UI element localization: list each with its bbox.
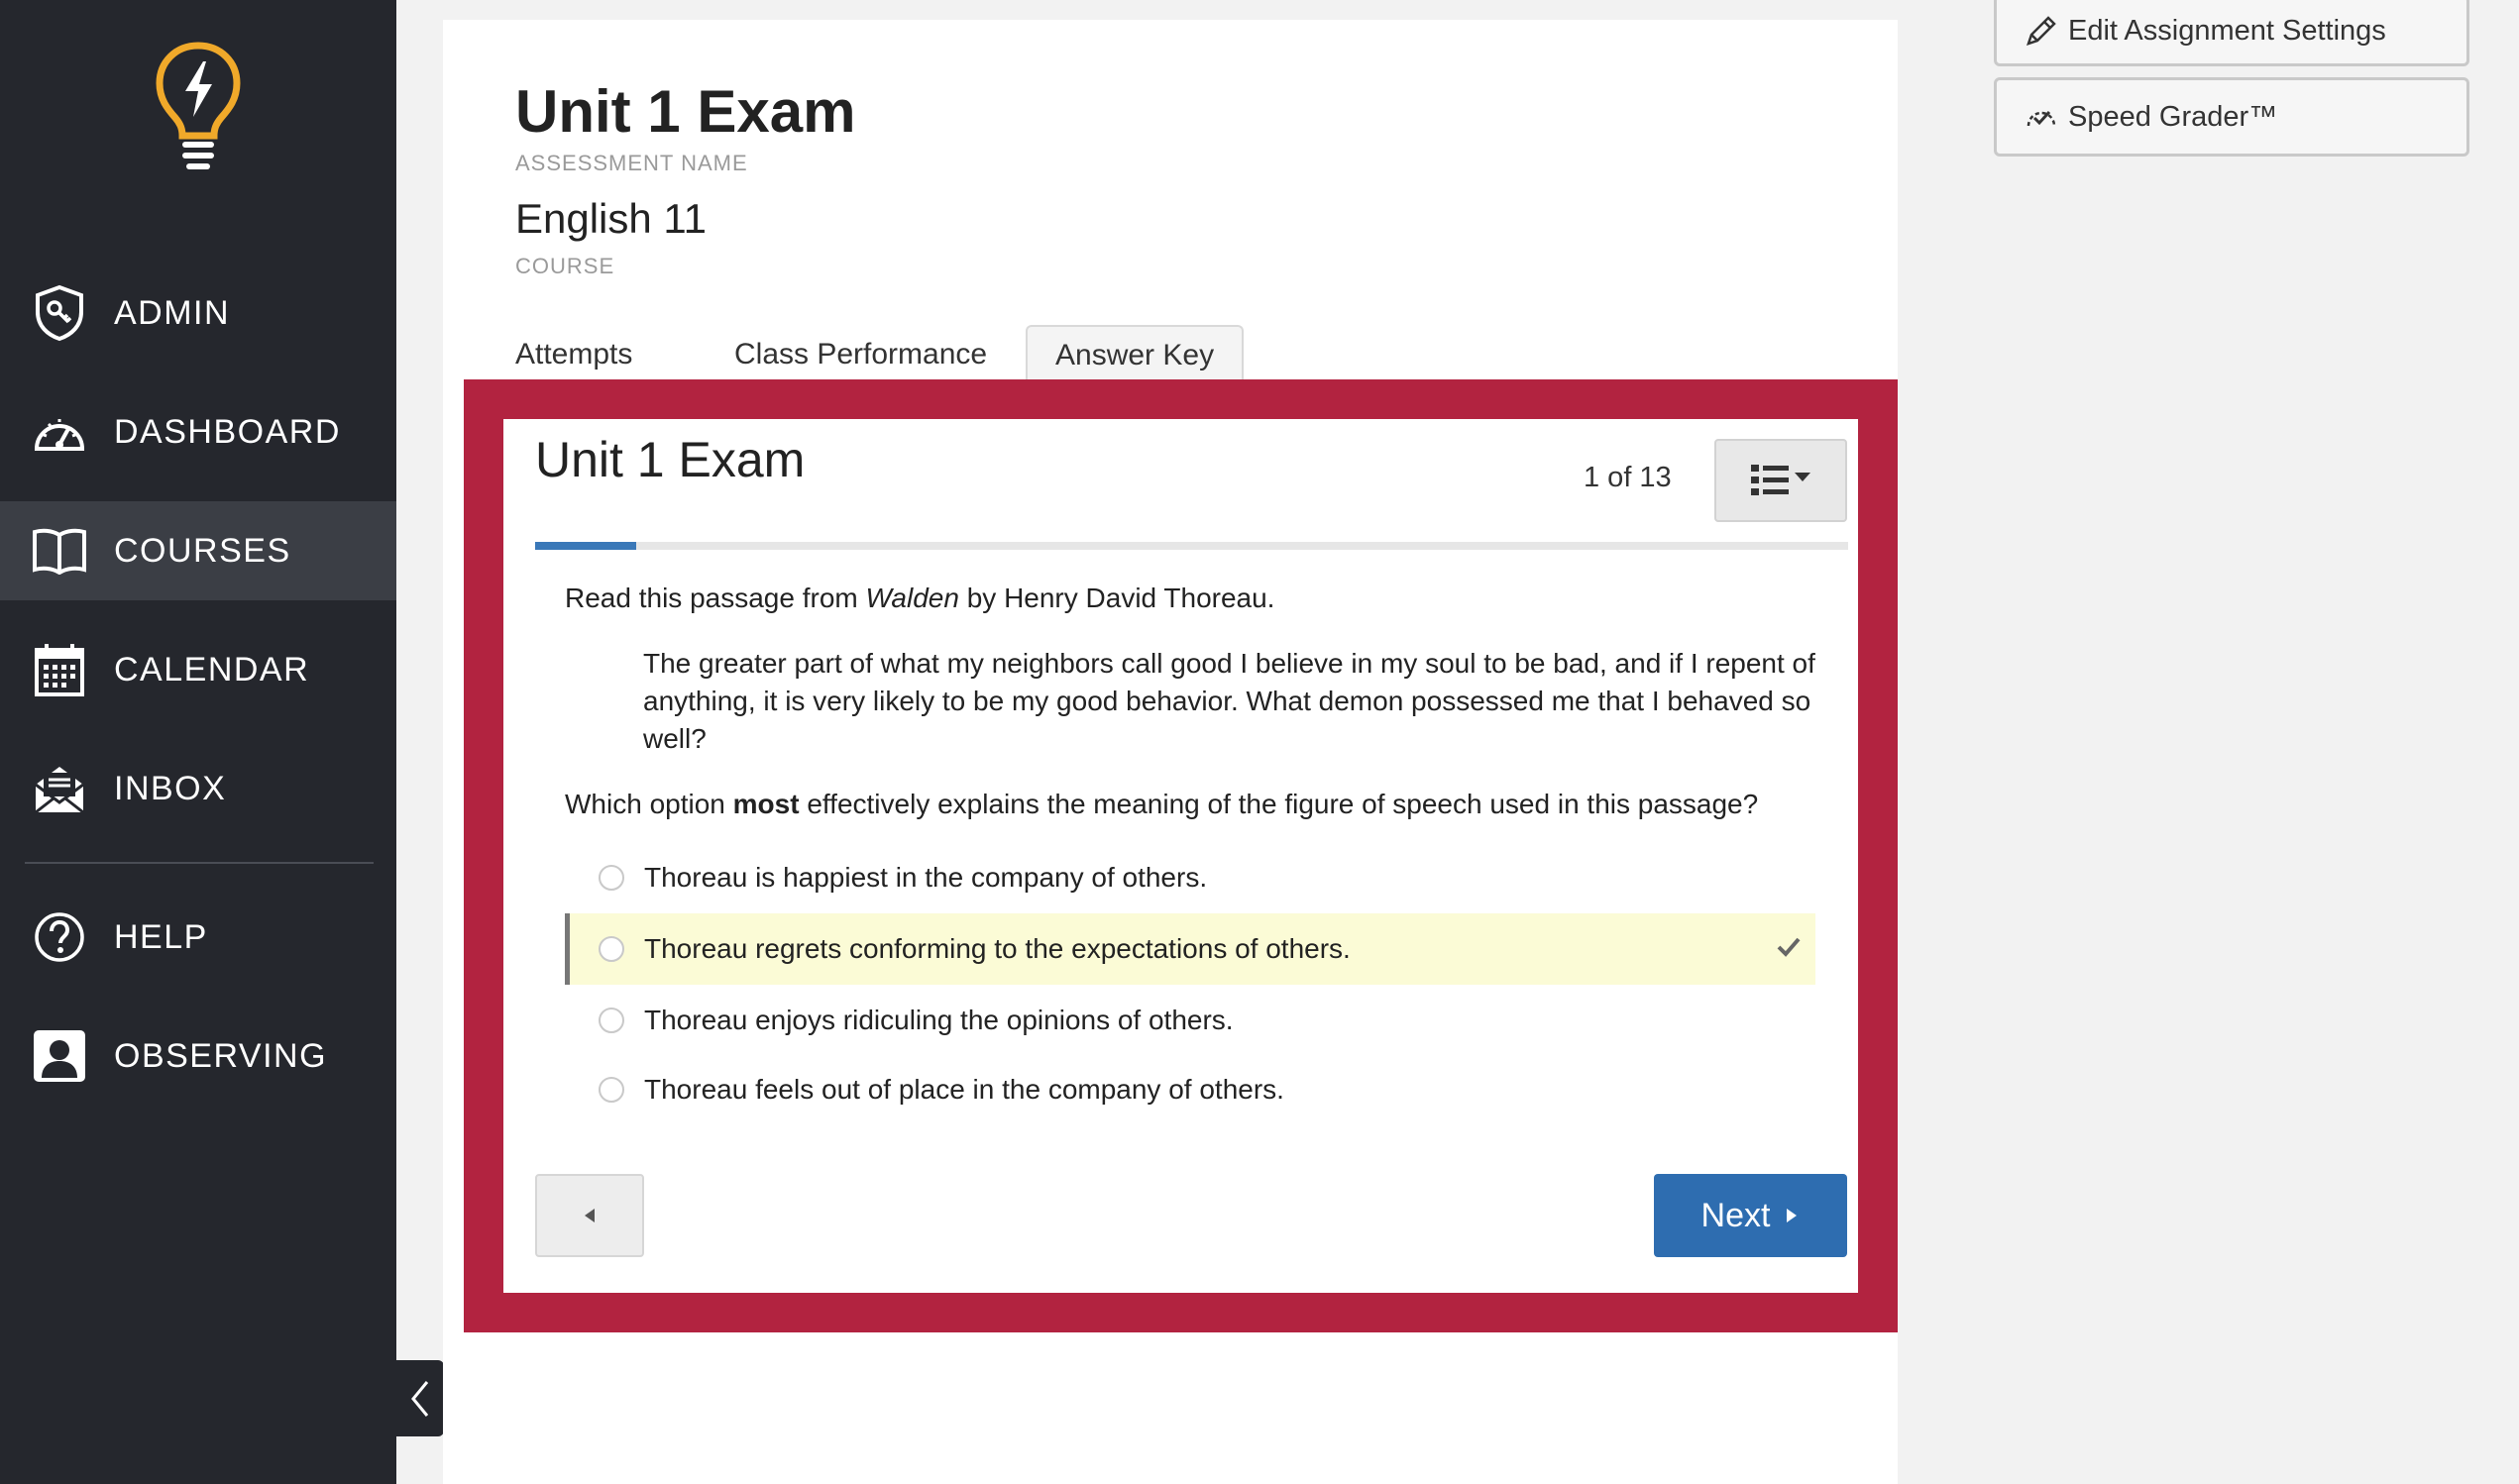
chevron-left-icon xyxy=(411,1380,429,1417)
quiz-title: Unit 1 Exam xyxy=(535,432,806,487)
radio-button[interactable] xyxy=(599,1007,624,1033)
caret-left-icon xyxy=(585,1209,595,1222)
sidebar-item-label: ADMIN xyxy=(114,293,231,332)
question-icon xyxy=(30,907,89,967)
question-counter: 1 of 13 xyxy=(1584,462,1672,493)
tab-attempts[interactable]: Attempts xyxy=(488,325,660,384)
speed-grader-icon xyxy=(2025,102,2058,132)
sidebar-item-label: INBOX xyxy=(114,769,227,807)
option-text: Thoreau regrets conforming to the expect… xyxy=(644,933,1351,964)
caret-right-icon xyxy=(1787,1209,1798,1222)
quiz-panel: Unit 1 Exam 1 of 13 Read this passage fr… xyxy=(503,419,1858,1293)
speed-grader-button[interactable]: Speed Grader™ xyxy=(1994,77,2469,157)
pencil-icon xyxy=(2025,14,2058,48)
envelope-icon xyxy=(30,759,89,818)
prompt-text-end: effectively explains the meaning of the … xyxy=(799,789,1759,819)
radio-button[interactable] xyxy=(599,1077,624,1103)
progress-fill xyxy=(535,542,637,550)
prompt-emphasis: most xyxy=(732,789,800,819)
assessment-name-label: ASSESSMENT NAME xyxy=(515,151,748,175)
sidebar-item-courses[interactable]: COURSES xyxy=(0,501,396,600)
lightbulb-logo-icon[interactable] xyxy=(154,40,243,173)
work-title: Walden xyxy=(865,583,959,613)
checkmark-icon xyxy=(1776,933,1802,965)
intro-text-end: by Henry David Thoreau. xyxy=(958,583,1275,613)
previous-button[interactable] xyxy=(535,1174,644,1257)
answer-key-frame: Unit 1 Exam 1 of 13 Read this passage fr… xyxy=(464,379,1898,1332)
sidebar-item-calendar[interactable]: CALENDAR xyxy=(0,620,396,719)
next-button[interactable]: Next xyxy=(1654,1174,1847,1257)
radio-button[interactable] xyxy=(599,865,624,891)
sidebar-item-label: CALENDAR xyxy=(114,650,310,689)
question-prompt: Which option most effectively explains t… xyxy=(565,786,1843,823)
person-icon xyxy=(30,1026,89,1086)
option-text: Thoreau feels out of place in the compan… xyxy=(644,1074,1284,1105)
course-label: COURSE xyxy=(515,254,615,278)
sidebar-item-inbox[interactable]: INBOX xyxy=(0,739,396,838)
collapse-sidebar-button[interactable] xyxy=(396,1360,444,1436)
admin-shield-icon xyxy=(30,283,89,343)
calendar-icon xyxy=(30,640,89,699)
course-name: English 11 xyxy=(515,195,708,242)
sidebar-item-help[interactable]: HELP xyxy=(0,888,396,987)
option-text: Thoreau enjoys ridiculing the opinions o… xyxy=(644,1005,1234,1035)
sidebar-divider xyxy=(25,862,374,864)
answer-option-correct[interactable]: Thoreau regrets conforming to the expect… xyxy=(565,913,1815,985)
page-title: Unit 1 Exam xyxy=(515,78,856,145)
sidebar-item-label: COURSES xyxy=(114,531,291,570)
answer-option[interactable]: Thoreau is happiest in the company of ot… xyxy=(565,842,1815,913)
sidebar-item-label: OBSERVING xyxy=(114,1036,328,1075)
sidebar-item-observing[interactable]: OBSERVING xyxy=(0,1007,396,1106)
prompt-text: Which option xyxy=(565,789,733,819)
option-text: Thoreau is happiest in the company of ot… xyxy=(644,862,1208,893)
sidebar-item-admin[interactable]: ADMIN xyxy=(0,264,396,363)
answer-option[interactable]: Thoreau enjoys ridiculing the opinions o… xyxy=(565,985,1815,1056)
list-dropdown-icon xyxy=(1751,465,1810,495)
sidebar-item-label: DASHBOARD xyxy=(114,412,341,451)
intro-text: Read this passage from xyxy=(565,583,866,613)
tab-answer-key[interactable]: Answer Key xyxy=(1026,325,1245,384)
sidebar-item-label: HELP xyxy=(114,917,208,956)
speed-grader-label: Speed Grader™ xyxy=(2068,100,2278,133)
passage-quote: The greater part of what my neighbors ca… xyxy=(643,648,1815,754)
sidebar-item-dashboard[interactable]: DASHBOARD xyxy=(0,382,396,481)
sidebar: ADMIN DASHBOARD COURSES CALENDAR INBOX H… xyxy=(0,0,396,1484)
question-list-button[interactable] xyxy=(1714,439,1847,522)
radio-button[interactable] xyxy=(599,936,624,962)
answer-option[interactable]: Thoreau feels out of place in the compan… xyxy=(565,1054,1815,1125)
book-icon xyxy=(30,521,89,581)
edit-assignment-label: Edit Assignment Settings xyxy=(2068,14,2386,47)
passage-intro: Read this passage from Walden by Henry D… xyxy=(565,580,1274,617)
speedometer-icon xyxy=(30,402,89,462)
progress-bar xyxy=(535,542,1848,550)
next-button-label: Next xyxy=(1700,1196,1771,1234)
edit-assignment-settings-button[interactable]: Edit Assignment Settings xyxy=(1994,0,2469,66)
tab-class-performance[interactable]: Class Performance xyxy=(707,325,1015,384)
